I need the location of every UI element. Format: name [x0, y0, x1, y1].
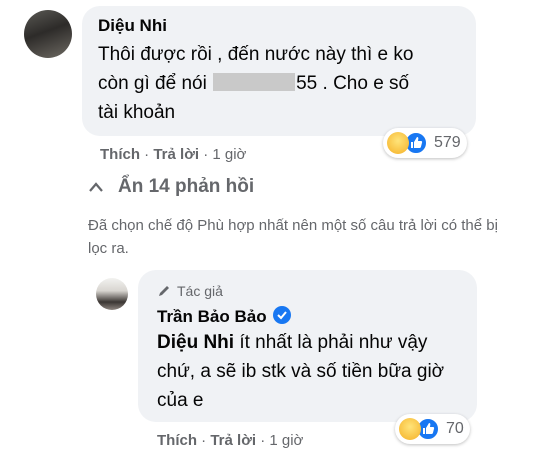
comment-actions-1: Thích · Trả lời · 1 giờ — [100, 146, 247, 163]
comment-text-2: Diệu Nhi ít nhất là phải như vậy chứ, a … — [157, 328, 462, 415]
like-button-2[interactable]: Thích — [157, 432, 197, 449]
comment-actions-2: Thích · Trả lời · 1 giờ — [157, 432, 304, 449]
verified-badge-icon — [272, 306, 291, 324]
redacted-number — [213, 73, 296, 91]
author-badge: Tác giả — [157, 283, 223, 299]
reply-button-2[interactable]: Trả lời — [210, 432, 256, 449]
pen-icon — [157, 284, 171, 298]
reaction-count-1: 579 — [434, 134, 461, 151]
chevron-up-icon — [88, 181, 104, 193]
filter-note: Đã chọn chế độ Phù hợp nhất nên một số c… — [88, 217, 498, 257]
avatar-dieu-nhi[interactable] — [24, 10, 72, 58]
comment-author-2: Trần Bảo Bảo — [157, 306, 291, 327]
like-button-1[interactable]: Thích — [100, 146, 140, 163]
reply-button-1[interactable]: Trả lời — [153, 146, 199, 163]
haha-icon — [387, 132, 409, 154]
hide-replies-toggle[interactable]: Ẩn 14 phản hồi — [88, 176, 254, 198]
reaction-summary-2[interactable]: 70 — [395, 414, 470, 444]
reaction-summary-1[interactable]: 579 — [383, 128, 467, 158]
avatar-tran-bao-bao[interactable] — [96, 278, 128, 310]
timestamp-2[interactable]: 1 giờ — [269, 432, 303, 449]
comment-text-1: Thôi được rồi , đến nước này thì e ko cò… — [98, 40, 428, 127]
comment-author-2-name[interactable]: Trần Bảo Bảo — [157, 307, 267, 326]
timestamp-1[interactable]: 1 giờ — [212, 146, 246, 163]
comment-author-1[interactable]: Diệu Nhi — [98, 16, 167, 36]
comment-bubble-1: Diệu Nhi Thôi được rồi , đến nước này th… — [82, 6, 476, 136]
haha-icon — [399, 418, 421, 440]
author-badge-label: Tác giả — [177, 283, 223, 299]
hide-replies-label: Ẩn 14 phản hồi — [118, 176, 255, 197]
reaction-count-2: 70 — [446, 420, 464, 437]
mention-dieu-nhi[interactable]: Diệu Nhi — [157, 332, 234, 353]
